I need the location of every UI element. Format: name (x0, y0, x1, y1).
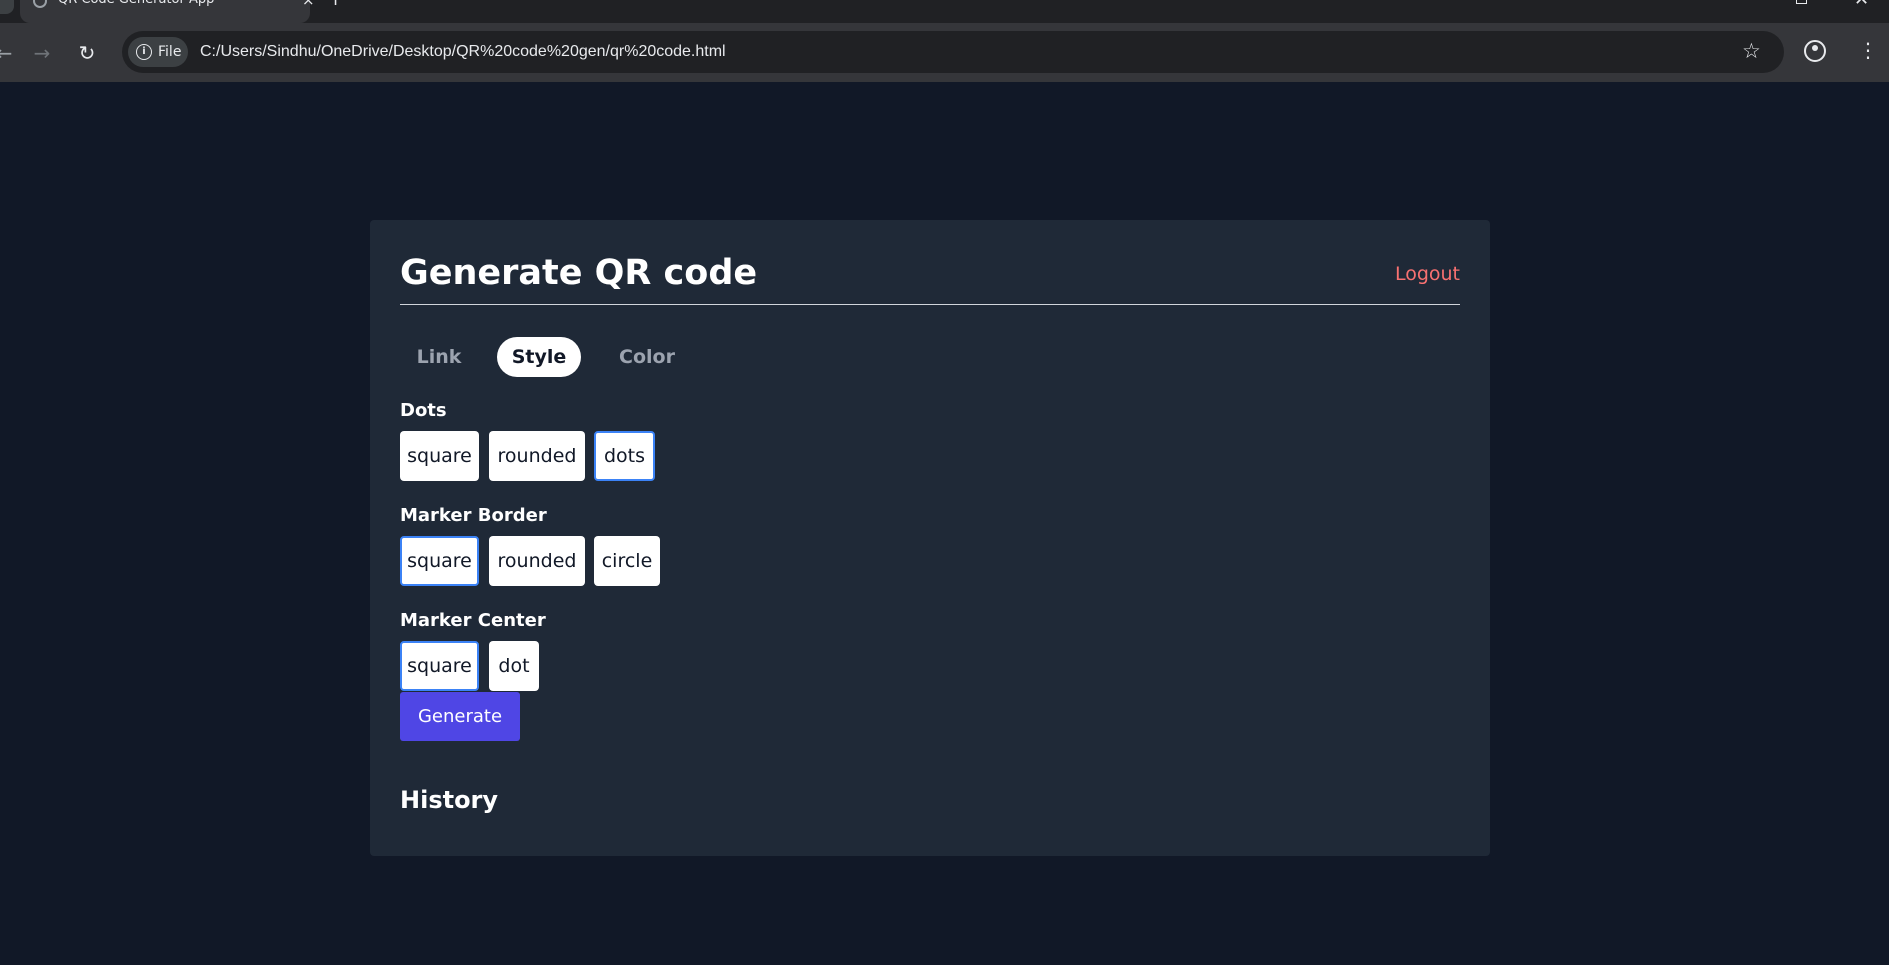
qr-generator-card: Generate QR code Logout Link Style Color… (370, 220, 1490, 856)
marker-border-option-rounded[interactable]: rounded (489, 536, 585, 586)
dots-label: Dots (400, 400, 447, 421)
bookmark-star-icon[interactable]: ☆ (1742, 40, 1761, 62)
new-tab-button[interactable]: + (328, 0, 343, 9)
marker-center-label: Marker Center (400, 610, 546, 631)
browser-toolbar: ← → ↻ i File C:/Users/Sindhu/OneDrive/De… (0, 23, 1889, 82)
tab-title: QR Code Generator App (58, 0, 214, 8)
window-close-icon[interactable]: ✕ (1854, 0, 1869, 9)
browser-tab-strip: QR Code Generator App × + ✕ (0, 0, 1889, 23)
previous-tab-edge[interactable] (0, 0, 14, 14)
site-info-chip[interactable]: i File (128, 37, 188, 67)
logout-link[interactable]: Logout (1395, 262, 1460, 286)
tab-link[interactable]: Link (400, 337, 478, 377)
tab-style[interactable]: Style (497, 337, 581, 377)
forward-icon[interactable]: → (28, 39, 56, 67)
tab-close-icon[interactable]: × (302, 0, 315, 8)
generate-button[interactable]: Generate (400, 692, 520, 741)
marker-center-option-dot[interactable]: dot (489, 641, 539, 691)
url-text[interactable]: C:/Users/Sindhu/OneDrive/Desktop/QR%20co… (200, 42, 726, 62)
history-heading: History (400, 786, 499, 814)
globe-icon (33, 0, 47, 8)
address-bar[interactable]: i File C:/Users/Sindhu/OneDrive/Desktop/… (122, 31, 1784, 73)
tab-color[interactable]: Color (600, 337, 694, 377)
marker-center-option-square[interactable]: square (400, 641, 479, 691)
site-info-label: File (158, 44, 182, 60)
browser-tab[interactable]: QR Code Generator App × (20, 0, 315, 23)
marker-border-option-circle[interactable]: circle (594, 536, 660, 586)
header-divider (400, 304, 1460, 305)
dots-option-dots[interactable]: dots (594, 431, 655, 481)
kebab-menu-icon[interactable]: ⋮ (1858, 38, 1878, 62)
profile-icon[interactable] (1804, 40, 1826, 62)
reload-icon[interactable]: ↻ (73, 39, 101, 67)
page-title: Generate QR code (400, 253, 758, 293)
window-restore-icon[interactable] (1796, 0, 1807, 4)
info-icon: i (136, 44, 152, 60)
marker-border-option-square[interactable]: square (400, 536, 479, 586)
back-icon[interactable]: ← (0, 39, 18, 67)
dots-option-square[interactable]: square (400, 431, 479, 481)
marker-border-label: Marker Border (400, 505, 547, 526)
dots-option-rounded[interactable]: rounded (489, 431, 585, 481)
